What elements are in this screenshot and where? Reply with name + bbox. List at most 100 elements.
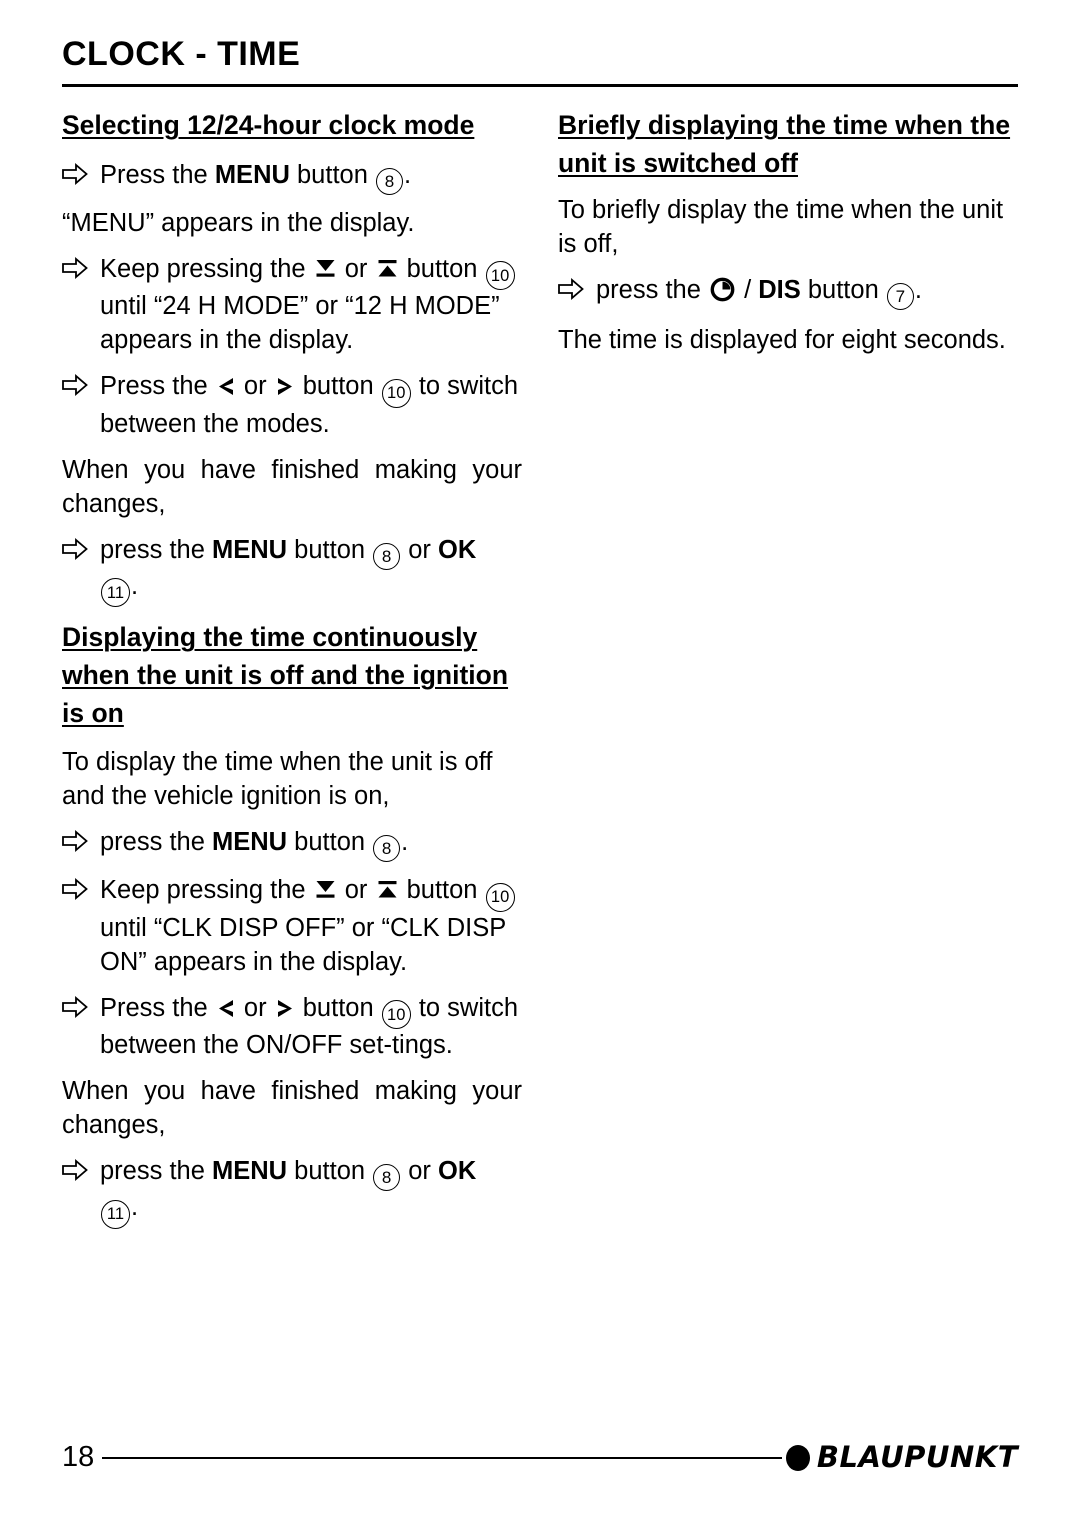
text-fragment: Keep pressing the (100, 876, 313, 905)
step-text: Press the or button 10 to switch between… (100, 370, 522, 442)
brand-name: BLAUPUNKT (816, 1440, 1018, 1474)
text-fragment: button (295, 993, 381, 1022)
white-right-arrow-icon (62, 1155, 100, 1229)
note-display-time-ignition: To display the time when the unit is off… (62, 748, 493, 811)
ref-number-8: 8 (373, 1164, 401, 1192)
step-text: Keep pressing the or button 10 until “CL… (100, 874, 522, 980)
menu-button-label: MENU (211, 535, 288, 564)
step-text: press the / DIS button 7. (596, 274, 1018, 312)
text-fragment: press the (100, 828, 212, 857)
menu-button-label: MENU (214, 160, 290, 189)
white-right-arrow-icon (62, 534, 100, 608)
note-finished-changes-2: When you have finished making your chang… (62, 1077, 522, 1140)
step-text: press the MENU button 8. (100, 826, 522, 863)
ref-number-8: 8 (373, 835, 401, 863)
text-fragment: or (236, 372, 274, 401)
text-fragment: button (800, 276, 886, 305)
text-fragment: . (131, 571, 139, 600)
text-fragment: or (236, 993, 274, 1022)
text-fragment: button (287, 1157, 373, 1186)
step-press-left-right: Press the or button 10 to switch between… (62, 370, 522, 442)
text-fragment: button (287, 535, 373, 564)
ref-number-8: 8 (373, 542, 401, 570)
seek-down-icon (314, 256, 337, 290)
white-right-arrow-icon (62, 874, 100, 980)
step-keep-pressing-seek: Keep pressing the or button 10 until “24… (62, 253, 522, 359)
ref-number-7: 7 (886, 283, 914, 311)
right-column: Briefly displaying the time when the uni… (558, 107, 1018, 1241)
ref-number-10: 10 (381, 1000, 411, 1030)
ref-number-11: 11 (101, 578, 130, 608)
text-fragment: or (401, 1157, 438, 1186)
step-press-menu-or-ok: press the MENU button 8 or OK 11. (62, 534, 522, 608)
title-divider (62, 84, 1018, 88)
footer-divider (102, 1456, 782, 1459)
text-fragment: button (399, 254, 485, 283)
step-press-menu-or-ok-2: press the MENU button 8 or OK 11. (62, 1155, 522, 1229)
text-fragment: button (287, 828, 373, 857)
step-press-menu-button-2: press the MENU button 8. (62, 826, 522, 863)
step-press-dis-button: press the / DIS button 7. (558, 274, 1018, 312)
dis-button-label: DIS (758, 276, 801, 305)
seek-down-icon (314, 877, 337, 911)
ref-number-11: 11 (101, 1199, 130, 1229)
step-text: press the MENU button 8 or OK 11. (100, 534, 522, 608)
ref-number-10: 10 (381, 378, 411, 408)
text-fragment: . (131, 1193, 139, 1222)
page-title: CLOCK - TIME (62, 35, 301, 73)
page-footer: 18 BLAUPUNKT (62, 1443, 1018, 1472)
white-right-arrow-icon (62, 159, 100, 195)
chevron-right-icon (275, 373, 295, 407)
step-text: Keep pressing the or button 10 until “24… (100, 253, 522, 359)
text-fragment: button (289, 160, 375, 189)
heading-displaying-time-continuously: Displaying the time continuously when th… (62, 622, 509, 728)
ref-number-10: 10 (485, 261, 515, 291)
text-fragment: Press the (100, 160, 215, 189)
page-content: CLOCK - TIME Selecting 12/24-hour clock … (62, 0, 1018, 1525)
heading-selecting-clock-mode: Selecting 12/24-hour clock mode (62, 110, 475, 141)
text-fragment: or (337, 876, 375, 905)
text-fragment: / (736, 276, 759, 305)
two-column-body: Selecting 12/24-hour clock mode Press th… (62, 107, 1018, 1241)
text-fragment: press the (596, 276, 708, 305)
heading-briefly-displaying-time: Briefly displaying the time when the uni… (558, 110, 1011, 178)
step-keep-pressing-seek-2: Keep pressing the or button 10 until “CL… (62, 874, 522, 980)
ok-button-label: OK (438, 1157, 477, 1186)
text-fragment: . (403, 160, 412, 189)
menu-button-label: MENU (211, 828, 288, 857)
ok-button-label: OK (438, 535, 477, 564)
white-right-arrow-icon (62, 826, 100, 862)
text-fragment: Keep pressing the (100, 254, 313, 283)
chevron-right-icon (275, 995, 295, 1029)
seek-up-icon (376, 877, 399, 911)
white-right-arrow-icon (62, 370, 100, 442)
text-fragment: button (399, 876, 485, 905)
brand-dot-icon (785, 1444, 810, 1471)
chevron-left-icon (216, 995, 236, 1029)
note-briefly-display: To briefly display the time when the uni… (558, 196, 1004, 259)
clock-icon (710, 277, 735, 312)
seek-up-icon (376, 256, 399, 290)
step-text: Press the or button 10 to switch between… (100, 992, 522, 1064)
white-right-arrow-icon (558, 274, 596, 312)
page-number: 18 (62, 1441, 95, 1473)
text-fragment: or (337, 254, 375, 283)
step-press-left-right-2: Press the or button 10 to switch between… (62, 992, 522, 1064)
text-fragment: . (401, 828, 409, 857)
white-right-arrow-icon (62, 253, 100, 359)
note-menu-appears: “MENU” appears in the display. (62, 208, 415, 237)
text-fragment: until “CLK DISP OFF” or “CLK DISP ON” ap… (100, 913, 506, 976)
note-finished-changes: When you have finished making your chang… (62, 455, 522, 518)
ref-number-10: 10 (485, 882, 515, 912)
note-eight-seconds: The time is displayed for eight seconds. (558, 326, 1006, 355)
step-text: press the MENU button 8 or OK 11. (100, 1155, 522, 1229)
text-fragment: or (401, 535, 438, 564)
text-fragment: Press the (100, 372, 215, 401)
menu-button-label: MENU (211, 1157, 288, 1186)
text-fragment: press the (100, 535, 212, 564)
white-right-arrow-icon (62, 992, 100, 1064)
text-fragment: press the (100, 1157, 212, 1186)
text-fragment: Press the (100, 993, 215, 1022)
text-fragment: button (295, 372, 381, 401)
text-fragment: . (914, 276, 922, 305)
